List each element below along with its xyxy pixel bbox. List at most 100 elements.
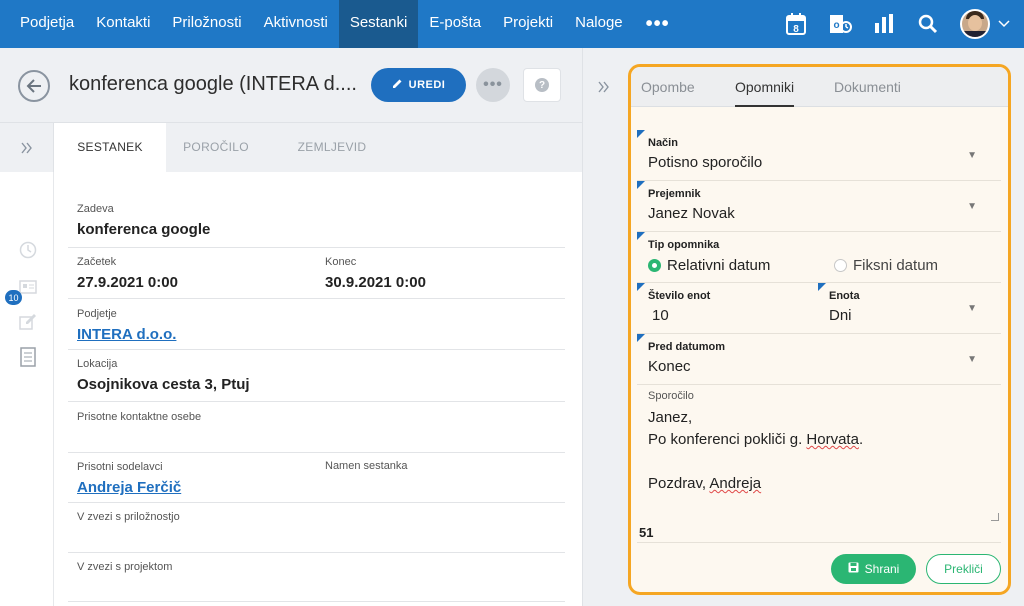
recipient-label: Prejemnik [648,188,701,200]
back-button[interactable] [18,70,50,102]
record-header: konferenca google (INTERA d.... UREDI ••… [0,48,582,123]
company-link[interactable]: INTERA d.o.o. [77,326,176,343]
radio-relative-date[interactable]: Relativni datum [648,257,770,274]
tab-dokumenti[interactable]: Dokumenti [834,79,901,95]
notes-list-icon[interactable] [18,347,38,367]
message-textarea[interactable]: Janez, Po konferenci pokliči g. Horvata.… [648,407,863,495]
before-date-select[interactable]: Pred datumom Konec ▼ [637,334,1001,384]
end-field: Konec 30.9.2021 0:00 [325,256,426,291]
panel-tabs: Opombe Opomniki Dokumenti [631,67,1008,107]
calendar-day: 8 [793,24,799,35]
tab-zemljevid[interactable]: ZEMLJEVID [280,123,384,172]
attending-contacts-field: Prisotne kontaktne osebe [77,411,201,423]
opportunity-label: V zvezi s priložnostjo [77,511,180,523]
tab-opomniki[interactable]: Opomniki [735,79,795,107]
message-line-3: Pozdrav, Andreja [648,475,762,492]
required-marker [637,334,645,342]
edit-button[interactable]: UREDI [371,68,466,102]
help-button[interactable]: ? [523,68,561,102]
required-marker [637,283,645,291]
pencil-icon [392,78,403,92]
nav-item-priloznosti[interactable]: Priložnosti [161,0,252,48]
nav-item-aktivnosti[interactable]: Aktivnosti [253,0,339,48]
start-value: 27.9.2021 0:00 [77,274,178,291]
calendar-icon[interactable]: 8 [784,12,808,36]
tab-opombe[interactable]: Opombe [641,79,695,95]
chevron-down-icon[interactable] [998,17,1010,31]
reminder-panel: Opombe Opomniki Dokumenti Način Potisno … [628,64,1011,595]
expand-sidebar-button[interactable] [0,123,54,172]
location-label: Lokacija [77,358,118,370]
dropdown-arrow-icon: ▼ [967,150,977,161]
unit-select[interactable]: Enota Dni ▼ [818,283,1001,333]
page-title: konferenca google (INTERA d.... [69,73,357,95]
more-actions-button[interactable]: ••• [476,68,510,102]
unit-label: Enota [829,290,860,302]
method-select[interactable]: Način Potisno sporočilo ▼ [637,130,1001,180]
purpose-field: Namen sestanka [325,460,408,472]
svg-text:o: o [833,20,839,31]
nav-item-e-posta[interactable]: E-pošta [418,0,492,48]
user-avatar[interactable] [960,9,990,39]
method-label: Način [648,137,678,149]
required-marker [818,283,826,291]
outlook-sync-icon[interactable]: o [828,12,852,36]
record-pane: konferenca google (INTERA d.... UREDI ••… [0,48,582,606]
radio-fixed-date[interactable]: Fiksni datum [834,257,938,274]
help-icon: ? [535,78,549,92]
reminder-type-label: Tip opomnika [648,239,720,251]
recipient-select[interactable]: Prejemnik Janez Novak ▼ [637,181,1001,231]
nav-item-sestanki[interactable]: Sestanki [338,0,419,48]
meeting-form: Zadeva konferenca google Začetek 27.9.20… [54,172,582,606]
purpose-label: Namen sestanka [325,460,408,472]
subject-label: Zadeva [77,203,114,215]
required-marker [637,130,645,138]
nav-item-projekti[interactable]: Projekti [492,0,564,48]
reminder-type-field: Tip opomnika Relativni datum Fiksni datu… [637,232,1001,282]
start-label: Začetek [77,256,117,268]
tab-sestanek[interactable]: SESTANEK [54,123,166,172]
edit-button-label: UREDI [408,79,446,91]
opportunity-field: V zvezi s priložnostjo [77,511,180,523]
method-value: Potisno sporočilo [648,154,763,171]
recipient-value: Janez Novak [648,205,735,222]
unit-value: Dni [829,307,852,324]
save-button[interactable]: Shrani [831,554,916,584]
collapse-panel-button[interactable] [598,80,610,98]
project-field: V zvezi s projektom [77,561,172,573]
units-count-label: Število enot [648,290,711,302]
nav-more-button[interactable]: ••• [634,1,682,47]
before-date-value: Konec [648,358,691,375]
dropdown-arrow-icon: ▼ [967,354,977,365]
coworkers-field: Prisotni sodelavci Andreja Ferčič [77,461,181,496]
history-clock-icon[interactable] [18,240,38,260]
radio-selected-icon [648,259,661,272]
coworker-link[interactable]: Andreja Ferčič [77,479,181,496]
cancel-button[interactable]: Prekliči [926,554,1001,584]
required-marker [637,232,645,240]
divider [68,349,565,350]
dropdown-arrow-icon: ▼ [967,303,977,314]
message-label: Sporočilo [648,390,694,402]
resize-handle[interactable] [991,513,999,521]
divider [637,542,1001,543]
nav-item-podjetja[interactable]: Podjetja [0,0,85,48]
dropdown-arrow-icon: ▼ [967,201,977,212]
nav-item-kontakti[interactable]: Kontakti [85,0,161,48]
location-field: Lokacija Osojnikova cesta 3, Ptuj [77,358,250,393]
search-icon[interactable] [916,12,940,36]
nav-item-naloge[interactable]: Naloge [564,0,634,48]
message-line-1: Janez, [648,409,693,426]
divider [68,452,565,453]
reports-chart-icon[interactable] [872,12,896,36]
before-date-label: Pred datumom [648,341,726,353]
end-label: Konec [325,256,357,268]
top-navigation: Podjetja Kontakti Priložnosti Aktivnosti… [0,0,1024,48]
radio-relative-date-label: Relativni datum [667,257,771,274]
edit-note-icon[interactable] [18,312,38,332]
tab-porocilo[interactable]: POROČILO [166,123,266,172]
divider [68,601,565,602]
units-count-input[interactable]: Število enot 10 [637,283,817,333]
save-button-label: Shrani [864,562,900,576]
coworkers-label: Prisotni sodelavci [77,461,163,473]
